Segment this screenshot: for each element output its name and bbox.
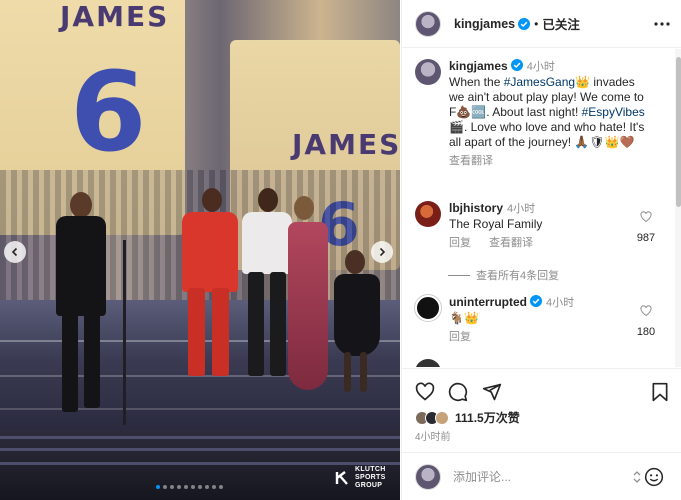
see-translation-button[interactable]: 查看翻译 (449, 155, 493, 167)
comment-text: 🐐👑 (449, 311, 479, 325)
avatar[interactable] (415, 359, 441, 367)
watermark-line-1: KLUTCH (355, 466, 386, 473)
reply-button[interactable]: 回复 (449, 331, 471, 343)
jersey-name-left: JAMES (60, 0, 170, 33)
carousel-dot (156, 485, 160, 489)
caption-meta: 查看翻译 (449, 154, 649, 169)
carousel-dot (205, 485, 209, 489)
carousel-dot (191, 485, 195, 489)
comments-list[interactable]: kingjames 4小时 When the #JamesGang👑 invade… (402, 49, 681, 367)
comments-scrollbar[interactable] (675, 49, 681, 367)
share-icon[interactable] (482, 382, 502, 402)
reply-button[interactable]: 回复 (449, 237, 471, 249)
likes-summary[interactable]: 111.5万次赞 (415, 409, 520, 426)
view-all-replies-button[interactable]: 查看所有4条回复 (448, 267, 559, 283)
carousel-dot (170, 485, 174, 489)
carousel-dot (212, 485, 216, 489)
avatar (435, 410, 449, 425)
see-translation-button[interactable]: 查看翻译 (489, 237, 533, 249)
chevron-left-icon (11, 247, 18, 257)
likes-count[interactable]: 111.5万次赞 (455, 409, 520, 426)
comment-like-count: 180 (636, 326, 656, 338)
comment-username[interactable]: lbjhistory (449, 201, 503, 215)
post-username[interactable]: kingjames (454, 17, 515, 31)
hashtag-jamesgang[interactable]: #JamesGang (504, 75, 575, 89)
comment-meta: 回复 (449, 330, 649, 345)
comment-like[interactable]: 987 (636, 211, 656, 244)
caption-text-1: When the (449, 75, 504, 89)
comment-body: lbjhistory 4小时 The Royal Family 回复 查看翻译 (449, 201, 649, 251)
heart-icon[interactable] (415, 382, 435, 402)
carousel-dot (163, 485, 167, 489)
caption-time: 4小时 (526, 61, 555, 73)
comment-time: 4小时 (507, 203, 536, 215)
watermark-line-3: GROUP (355, 482, 383, 489)
avatar[interactable] (415, 295, 441, 321)
emoji-icon[interactable] (644, 467, 664, 487)
comment-like[interactable]: 180 (636, 305, 656, 338)
carousel-dot (198, 485, 202, 489)
carousel-dot (219, 485, 223, 489)
carousel-indicator (156, 485, 223, 489)
post-header: kingjames • 已关注 (402, 0, 681, 48)
comment-username[interactable]: uninterrupted (449, 295, 527, 309)
comment-body: uninterrupted 4小时 🐐👑 回复 (449, 295, 649, 345)
caption-text-3: 🎬. Love who love and who hate! It's all … (449, 120, 645, 149)
carousel-prev-button[interactable] (4, 241, 26, 263)
view-replies-label: 查看所有4条回复 (476, 270, 560, 282)
jersey-number-left: 6 (70, 48, 147, 176)
post-media[interactable]: JAMES 6 JAMES 6 (0, 0, 400, 500)
jersey-name-right: JAMES (292, 128, 400, 161)
header-separator: • (534, 16, 539, 31)
caption-body: kingjames 4小时 When the #JamesGang👑 invade… (449, 59, 649, 169)
hashtag-espyvibes[interactable]: #EspyVibes (582, 105, 645, 119)
klutch-watermark: KLUTCH SPORTS GROUP (335, 466, 386, 490)
avatar[interactable] (415, 201, 441, 227)
caption-username[interactable]: kingjames (449, 59, 508, 73)
post-side-panel: kingjames • 已关注 kingjames 4小时 When the #J… (401, 0, 681, 500)
heart-icon[interactable] (640, 211, 652, 223)
comment-time: 4小时 (546, 297, 575, 309)
comment-like-count: 987 (636, 232, 656, 244)
carousel-next-button[interactable] (371, 241, 393, 263)
comment-text: The Royal Family (449, 217, 543, 231)
verified-icon (510, 59, 523, 71)
avatar[interactable] (415, 59, 441, 85)
verified-icon (518, 17, 531, 30)
more-icon (654, 22, 670, 26)
watermark-line-2: SPORTS (355, 474, 386, 481)
avatar[interactable] (415, 10, 441, 37)
comments-scrollbar-thumb[interactable] (676, 57, 681, 207)
comment-input[interactable] (453, 469, 613, 484)
bookmark-icon[interactable] (650, 382, 670, 402)
resize-icon (633, 471, 641, 483)
klutch-logo-icon (335, 471, 348, 485)
carousel-dot (177, 485, 181, 489)
chevron-right-icon (379, 247, 386, 257)
comment-meta: 回复 查看翻译 (449, 236, 649, 251)
more-options-button[interactable] (654, 16, 670, 32)
avatar (415, 463, 441, 490)
add-comment-bar (402, 452, 681, 500)
follow-button[interactable]: 已关注 (542, 14, 580, 33)
post-timestamp: 4小时前 (415, 432, 451, 443)
verified-icon (530, 295, 542, 307)
carousel-dot (184, 485, 188, 489)
heart-icon[interactable] (640, 305, 652, 317)
comment-icon[interactable] (448, 382, 468, 402)
